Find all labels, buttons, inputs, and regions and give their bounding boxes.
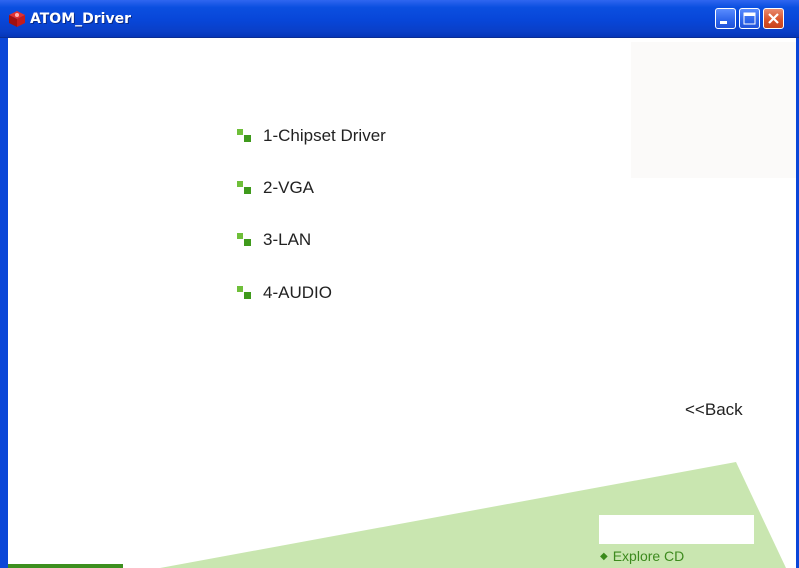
bottom-strip [8, 564, 123, 568]
green-bullet-icon [237, 181, 251, 195]
app-window: ATOM_Driver 1-Chipset Driver 2-VGA 3-LAN… [0, 0, 799, 568]
menu-item-label: 2-VGA [263, 178, 315, 197]
green-decor-shape [160, 462, 786, 568]
menu-item-lan[interactable]: 3-LAN [237, 228, 311, 252]
menu-item-label: 1-Chipset Driver [263, 126, 386, 145]
green-bullet-icon [237, 129, 251, 143]
footer-blank-field [599, 515, 754, 544]
green-bullet-icon [237, 286, 251, 300]
diamond-bullet-icon: ◆ [600, 550, 608, 562]
menu-item-vga[interactable]: 2-VGA [237, 176, 314, 200]
green-bullet-icon [237, 233, 251, 247]
explore-cd-label: Explore CD [612, 548, 685, 564]
menu-item-chipset-driver[interactable]: 1-Chipset Driver [237, 124, 386, 148]
back-link[interactable]: <<Back [685, 400, 743, 420]
explore-cd-link[interactable]: ◆ Explore CD [600, 546, 684, 566]
menu-item-label: 3-LAN [263, 230, 312, 249]
menu-item-label: 4-AUDIO [263, 283, 332, 302]
menu-item-audio[interactable]: 4-AUDIO [237, 281, 332, 305]
